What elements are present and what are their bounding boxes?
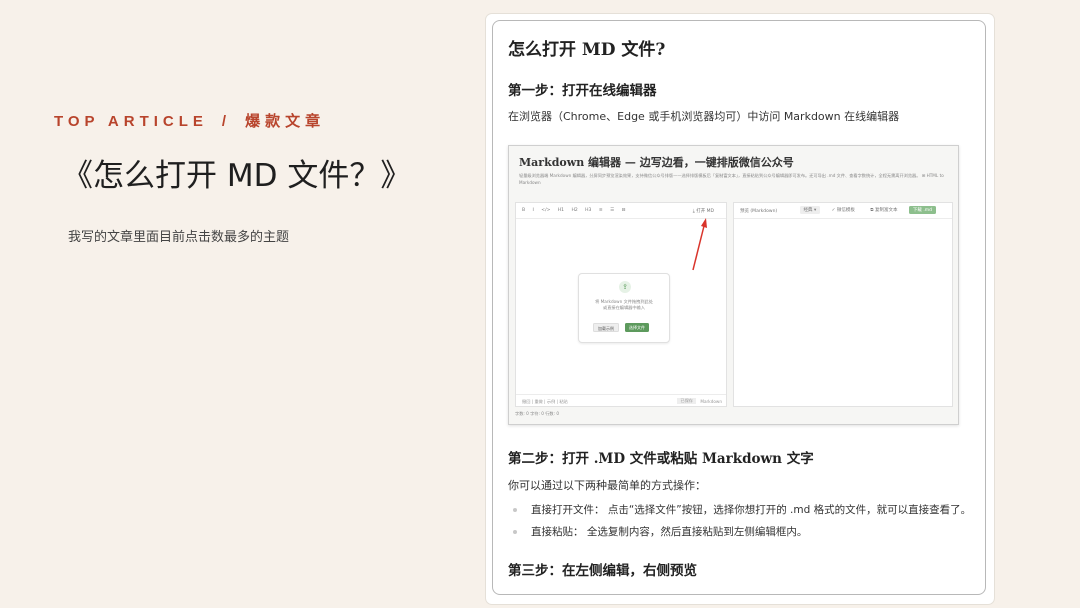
step1-heading: 第一步：打开在线编辑器 [508,83,657,99]
article-screenshot: 怎么打开 MD 文件? 第一步：打开在线编辑器 在浏览器（Chrome、Edge… [486,14,994,604]
slide-title: 《怎么打开 MD 文件？》 [62,158,412,194]
step2-heading: 第二步：打开 .MD 文件或粘贴 Markdown 文字 [508,451,814,467]
red-arrow-icon [692,218,707,271]
article-card: 怎么打开 MD 文件? 第一步：打开在线编辑器 在浏览器（Chrome、Edge… [492,20,986,595]
list-item: 直接打开文件： 点击“选择文件”按钮，选择你想打开的 .md 格式的文件，就可以… [513,502,971,517]
step3-heading: 第三步：在左侧编辑，右侧预览 [508,563,697,579]
list-item: 直接粘贴： 全选复制内容，然后直接粘贴到左侧编辑框内。 [513,524,807,539]
kicker-en: TOP ARTICLE [54,113,208,130]
kicker-zh: 爆款文章 [245,113,326,130]
editor-screenshot: Markdown 编辑器 — 边写边看，一键排版微信公众号 轻量级浏览器端 Ma… [508,145,959,425]
slide-left-panel: TOP ARTICLE / 爆款文章 《怎么打开 MD 文件？》 我写的文章里面目前… [0,0,480,608]
kicker-separator: / [221,113,232,130]
slide-subtitle: 我写的文章里面目前点击数最多的主题 [68,230,290,245]
article-title: 怎么打开 MD 文件? [508,40,666,60]
step2-intro: 你可以通过以下两种最简单的方式操作： [508,479,706,492]
step1-text: 在浏览器（Chrome、Edge 或手机浏览器均可）中访问 Markdown 在… [508,110,900,123]
kicker: TOP ARTICLE / 爆款文章 [54,110,325,131]
